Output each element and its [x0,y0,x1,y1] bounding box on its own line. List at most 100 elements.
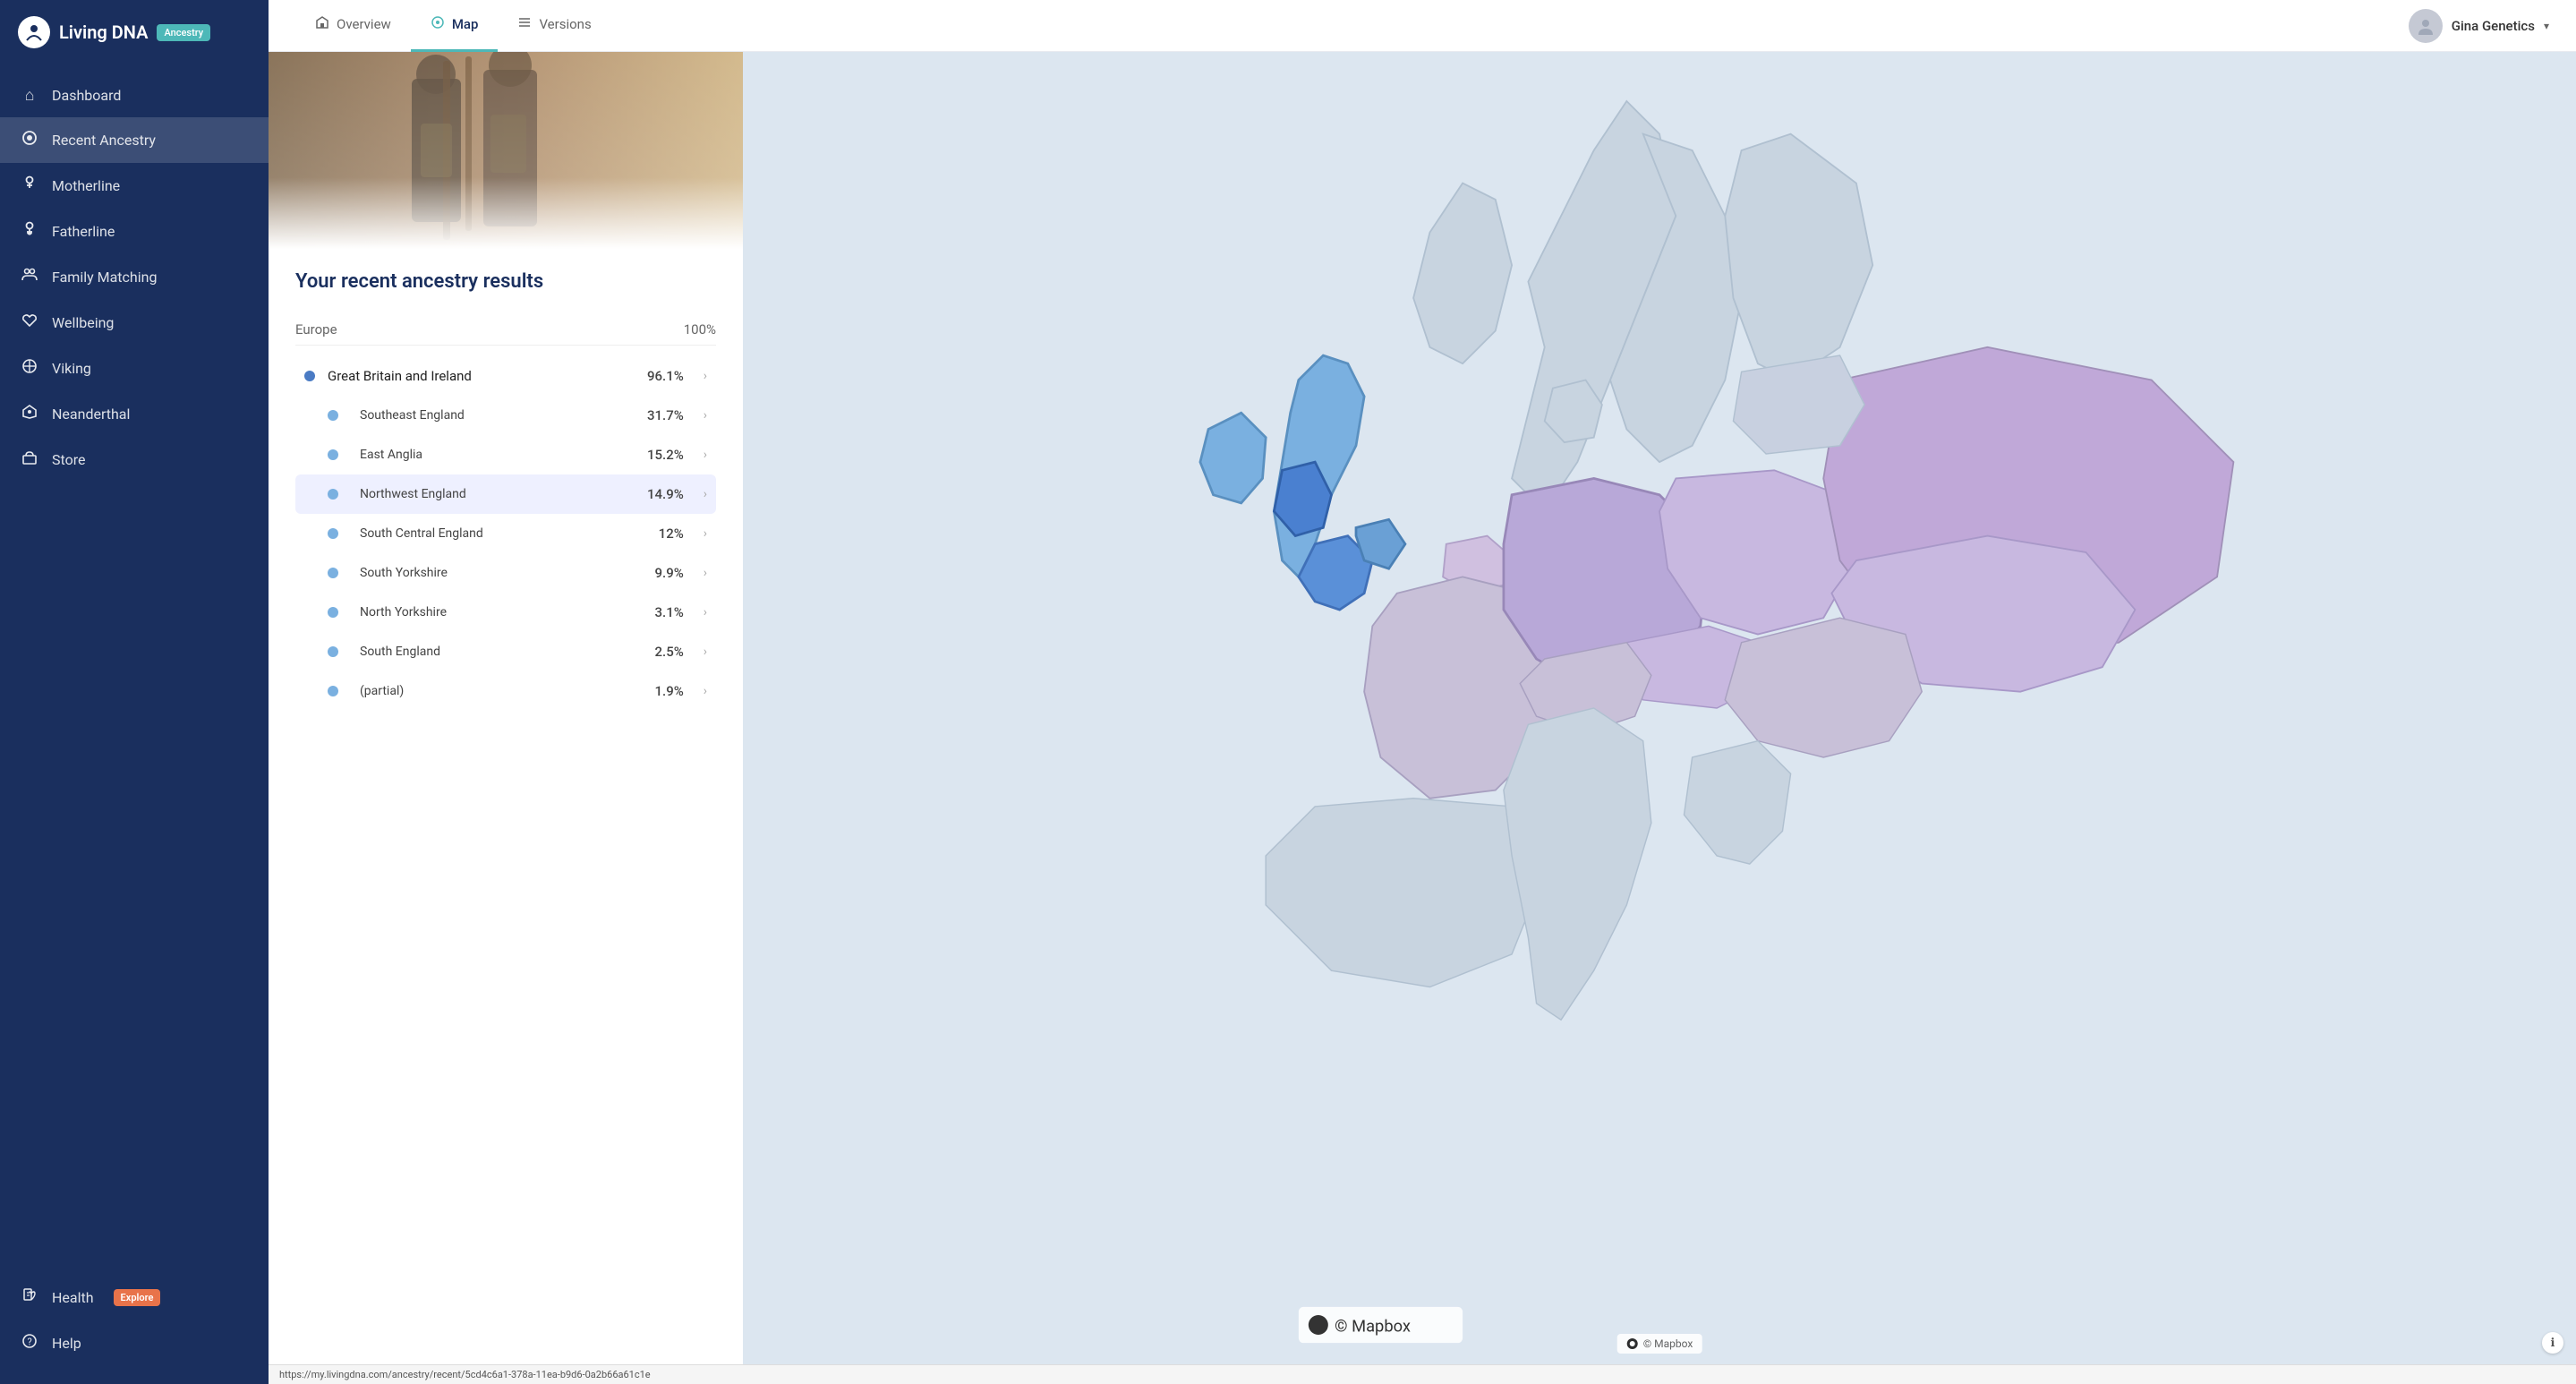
sidebar-item-label: Dashboard [52,87,121,104]
sidebar-item-wellbeing[interactable]: Wellbeing [0,300,269,346]
ancestry-pct: 9.9% [655,565,684,581]
list-item-highlighted[interactable]: Northwest England 14.9% › [295,474,716,514]
sidebar-item-fatherline[interactable]: Fatherline [0,209,269,254]
tab-overview[interactable]: Overview [295,0,411,52]
ancestry-dot [328,410,338,421]
wellbeing-icon [20,312,39,333]
help-icon: ? [20,1333,39,1354]
sidebar-item-store[interactable]: Store [0,437,269,483]
sidebar-item-motherline[interactable]: Motherline [0,163,269,209]
map-container[interactable]: © Mapbox © Mapbox ℹ [743,52,2576,1364]
sidebar-item-label: Recent Ancestry [52,132,156,149]
user-menu-chevron: ▾ [2544,20,2549,32]
list-item[interactable]: Southeast England 31.7% › [295,396,716,435]
hero-image [269,52,743,249]
results-title: Your recent ancestry results [295,270,716,293]
tab-versions[interactable]: Versions [498,0,610,52]
user-avatar [2409,9,2443,43]
list-item[interactable]: (partial) 1.9% › [295,671,716,711]
ancestry-dot [328,449,338,460]
list-item[interactable]: East Anglia 15.2% › [295,435,716,474]
region-pct: 100% [684,321,716,337]
chevron-right-icon: › [704,487,707,501]
sidebar-item-help[interactable]: ? Help [0,1320,269,1366]
sidebar-item-label: Family Matching [52,269,157,286]
tab-map[interactable]: Map [411,0,499,52]
list-item[interactable]: South England 2.5% › [295,632,716,671]
logo-icon [18,16,50,48]
fatherline-icon [20,221,39,242]
ancestry-label: North Yorkshire [351,605,643,619]
chevron-right-icon: › [704,645,707,659]
sidebar-item-recent-ancestry[interactable]: Recent Ancestry [0,117,269,163]
user-name: Gina Genetics [2452,18,2535,34]
sidebar-navigation: ⌂ Dashboard Recent Ancestry Motherline [0,64,269,1266]
sidebar-item-label: Wellbeing [52,314,114,331]
ancestry-main-label: Great Britain and Ireland [328,368,635,384]
content-area: Your recent ancestry results Europe 100%… [269,52,2576,1364]
ancestry-chevron-right: › [704,369,707,383]
ancestry-label: Northwest England [351,487,635,501]
store-icon [20,449,39,470]
ancestry-label: East Anglia [351,448,635,462]
sidebar-item-viking[interactable]: Viking [0,346,269,391]
ancestry-pct: 14.9% [647,486,684,502]
ancestry-dot [304,371,315,381]
main-area: Overview Map [269,0,2576,1384]
ancestry-pct: 2.5% [655,644,684,660]
ancestry-label: South England [351,645,643,659]
mapbox-logo: © Mapbox [1617,1334,1702,1354]
ancestry-dot [328,607,338,618]
sidebar-item-label: Fatherline [52,223,115,240]
sidebar-item-dashboard[interactable]: ⌂ Dashboard [0,73,269,117]
ancestry-pct: 1.9% [655,683,684,699]
sidebar-health-label: Health [52,1289,94,1306]
ancestry-dot [328,528,338,539]
map-area[interactable]: © Mapbox © Mapbox ℹ [743,52,2576,1364]
sidebar-item-family-matching[interactable]: Family Matching [0,254,269,300]
ancestry-main-pct: 96.1% [647,368,684,384]
map-info-button[interactable]: ℹ [2542,1332,2563,1354]
sidebar-item-label: Neanderthal [52,406,130,423]
url-text: https://my.livingdna.com/ancestry/recent… [279,1369,651,1380]
ancestry-dot [328,489,338,500]
ancestry-main-group[interactable]: Great Britain and Ireland 96.1% › [295,356,716,396]
svg-text:© Mapbox: © Mapbox [1335,1317,1411,1336]
list-item[interactable]: South Central England 12% › [295,514,716,553]
chevron-right-icon: › [704,566,707,580]
sidebar-item-neanderthal[interactable]: Neanderthal [0,391,269,437]
chevron-right-icon: › [704,526,707,541]
sidebar-item-health[interactable]: Health Explore [0,1275,269,1320]
results-panel: Your recent ancestry results Europe 100%… [269,52,743,1364]
ancestry-label: South Yorkshire [351,566,643,580]
sidebar-item-label: Viking [52,360,91,377]
ancestry-dot [328,568,338,578]
family-matching-icon [20,267,39,287]
logo-text: Living DNA [59,21,148,43]
hero-fade [269,177,743,249]
tab-map-label: Map [452,16,479,32]
results-content: Your recent ancestry results Europe 100%… [269,249,743,732]
top-navigation: Overview Map [269,0,2576,52]
user-menu[interactable]: Gina Genetics ▾ [2409,9,2549,43]
chevron-right-icon: › [704,448,707,462]
explore-badge: Explore [114,1289,161,1306]
svg-text:?: ? [28,1337,32,1348]
chevron-right-icon: › [704,605,707,619]
list-item[interactable]: South Yorkshire 9.9% › [295,553,716,593]
mapbox-text: © Mapbox [1643,1337,1693,1350]
ancestry-pct: 12% [659,525,684,542]
ancestry-label: Southeast England [351,408,635,423]
sidebar-item-label: Help [52,1335,81,1352]
ancestry-dot [328,686,338,696]
recent-ancestry-icon [20,130,39,150]
logo-area: Living DNA Ancestry [0,0,269,64]
list-item[interactable]: North Yorkshire 3.1% › [295,593,716,632]
ancestry-dot [328,646,338,657]
motherline-icon [20,175,39,196]
versions-tab-icon [517,15,532,33]
sidebar: Living DNA Ancestry ⌂ Dashboard Recent A… [0,0,269,1384]
dashboard-icon: ⌂ [20,86,39,105]
chevron-right-icon: › [704,684,707,698]
region-label: Europe [295,321,337,337]
